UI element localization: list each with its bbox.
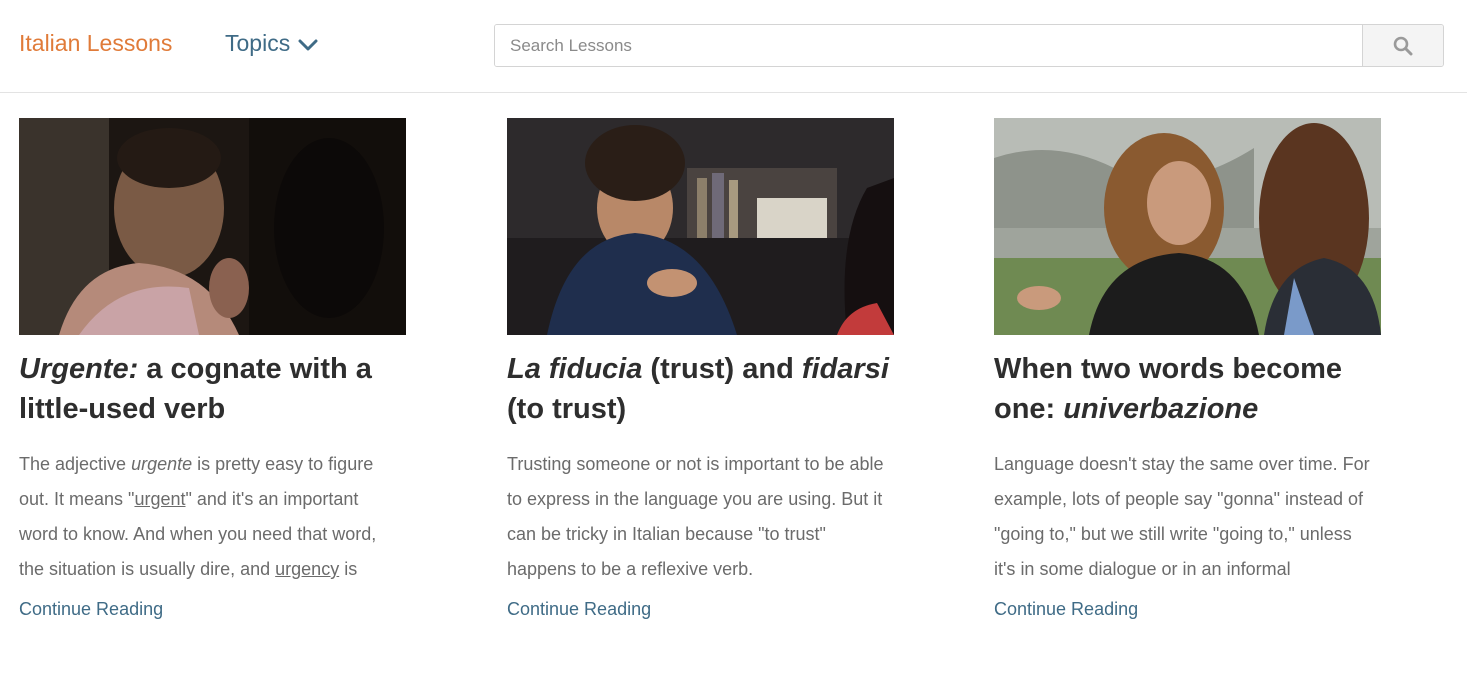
lesson-title[interactable]: When two words become one: univerbazione [994, 349, 1384, 429]
lesson-card: Urgente: a cognate with a little-used ve… [19, 118, 419, 620]
lesson-thumbnail-link[interactable] [19, 118, 419, 335]
lesson-card: La fiducia (trust) and fidarsi (to trust… [507, 118, 907, 620]
continue-reading-link[interactable]: Continue Reading [994, 599, 1138, 620]
lesson-excerpt: Language doesn't stay the same over time… [994, 454, 1370, 579]
lesson-title[interactable]: La fiducia (trust) and fidarsi (to trust… [507, 349, 897, 429]
urgency-link[interactable]: urgency [275, 559, 339, 579]
continue-reading-link[interactable]: Continue Reading [507, 599, 651, 620]
topics-label: Topics [225, 30, 291, 56]
lesson-thumbnail [507, 118, 894, 335]
site-header: Italian Lessons Topics [0, 0, 1467, 93]
lesson-excerpt: The adjective urgente is pretty easy to … [19, 454, 377, 579]
lesson-excerpt: Trusting someone or not is important to … [507, 454, 884, 579]
topics-menu[interactable]: Topics [225, 30, 318, 57]
continue-reading-link[interactable]: Continue Reading [19, 599, 163, 620]
lesson-thumbnail-link[interactable] [994, 118, 1394, 335]
chevron-down-icon [298, 39, 318, 50]
search-input[interactable] [495, 25, 1362, 66]
lesson-title[interactable]: Urgente: a cognate with a little-used ve… [19, 349, 409, 429]
urgent-link[interactable]: urgent [134, 489, 185, 509]
search-button[interactable] [1362, 25, 1443, 66]
lesson-thumbnail [19, 118, 406, 335]
brand-link[interactable]: Italian Lessons [19, 30, 172, 57]
search-icon [1393, 36, 1413, 55]
lesson-card: When two words become one: univerbazione… [994, 118, 1394, 620]
search-bar [494, 24, 1444, 67]
lesson-thumbnail-link[interactable] [507, 118, 907, 335]
lesson-thumbnail [994, 118, 1381, 335]
